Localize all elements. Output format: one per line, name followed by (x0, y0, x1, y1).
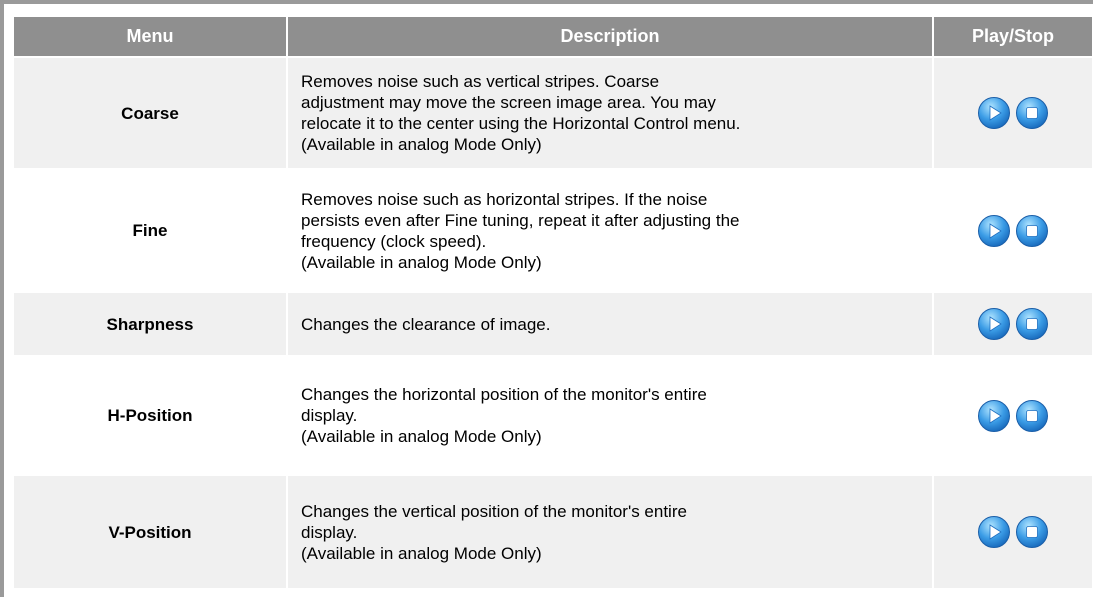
play-stop-cell (934, 58, 1092, 168)
description-line: (Available in analog Mode Only) (301, 135, 542, 154)
stop-button[interactable] (1015, 515, 1049, 549)
menu-name-cell: Sharpness (14, 293, 286, 355)
stop-button[interactable] (1015, 307, 1049, 341)
stop-button[interactable] (1015, 399, 1049, 433)
table-header-row: Menu Description Play/Stop (14, 17, 1092, 56)
description-line: Changes the vertical position of the mon… (301, 501, 687, 521)
description-line: Changes the clearance of image. (301, 314, 551, 334)
menu-name-cell: V-Position (14, 476, 286, 588)
description-line: persists even after Fine tuning, repeat … (301, 210, 740, 230)
description-line: (Available in analog Mode Only) (301, 543, 542, 563)
play-stop-cell (934, 293, 1092, 355)
description-line: display. (301, 522, 358, 542)
play-icon (977, 515, 1011, 549)
description-line: Changes the horizontal position of the m… (301, 385, 707, 404)
description-cell: Changes the horizontal position of the m… (288, 357, 932, 474)
play-icon (977, 96, 1011, 130)
stop-icon (1015, 399, 1049, 433)
table-body: Coarse Removes noise such as vertical st… (14, 58, 1092, 588)
play-button[interactable] (977, 515, 1011, 549)
table-row: Coarse Removes noise such as vertical st… (14, 58, 1092, 168)
play-stop-cell (934, 357, 1092, 474)
play-icon (977, 214, 1011, 248)
play-button[interactable] (977, 307, 1011, 341)
play-stop-cell (934, 476, 1092, 588)
play-stop-cell (934, 170, 1092, 291)
play-icon (977, 399, 1011, 433)
page-frame: Menu Description Play/Stop Coarse Remove… (0, 0, 1093, 597)
description-cell: Removes noise such as horizontal stripes… (288, 170, 932, 291)
menu-name-cell: H-Position (14, 357, 286, 474)
description-line: relocate it to the center using the Hori… (301, 114, 741, 133)
description-line: (Available in analog Mode Only) (301, 252, 542, 272)
table-row: Fine Removes noise such as horizontal st… (14, 170, 1092, 291)
header-menu: Menu (14, 17, 286, 56)
header-play-stop: Play/Stop (934, 17, 1092, 56)
description-line: frequency (clock speed). (301, 231, 487, 251)
description-cell: Changes the vertical position of the mon… (288, 476, 932, 588)
menu-name-cell: Coarse (14, 58, 286, 168)
menu-name-cell: Fine (14, 170, 286, 291)
description-cell: Changes the clearance of image. (288, 293, 932, 355)
description-line: adjustment may move the screen image are… (301, 93, 716, 112)
play-icon (977, 307, 1011, 341)
stop-icon (1015, 96, 1049, 130)
description-cell: Removes noise such as vertical stripes. … (288, 58, 932, 168)
stop-icon (1015, 515, 1049, 549)
description-line: Removes noise such as vertical stripes. … (301, 72, 660, 91)
table-row: Sharpness Changes the clearance of image… (14, 293, 1092, 355)
play-button[interactable] (977, 399, 1011, 433)
play-button[interactable] (977, 96, 1011, 130)
description-line: Removes noise such as horizontal stripes… (301, 189, 708, 209)
table-row: H-Position Changes the horizontal positi… (14, 357, 1092, 474)
play-button[interactable] (977, 214, 1011, 248)
stop-button[interactable] (1015, 214, 1049, 248)
description-line: display. (301, 406, 358, 425)
stop-icon (1015, 214, 1049, 248)
header-description: Description (288, 17, 932, 56)
stop-button[interactable] (1015, 96, 1049, 130)
menu-table: Menu Description Play/Stop Coarse Remove… (12, 15, 1093, 590)
table-row: V-Position Changes the vertical position… (14, 476, 1092, 588)
description-line: (Available in analog Mode Only) (301, 427, 542, 446)
stop-icon (1015, 307, 1049, 341)
